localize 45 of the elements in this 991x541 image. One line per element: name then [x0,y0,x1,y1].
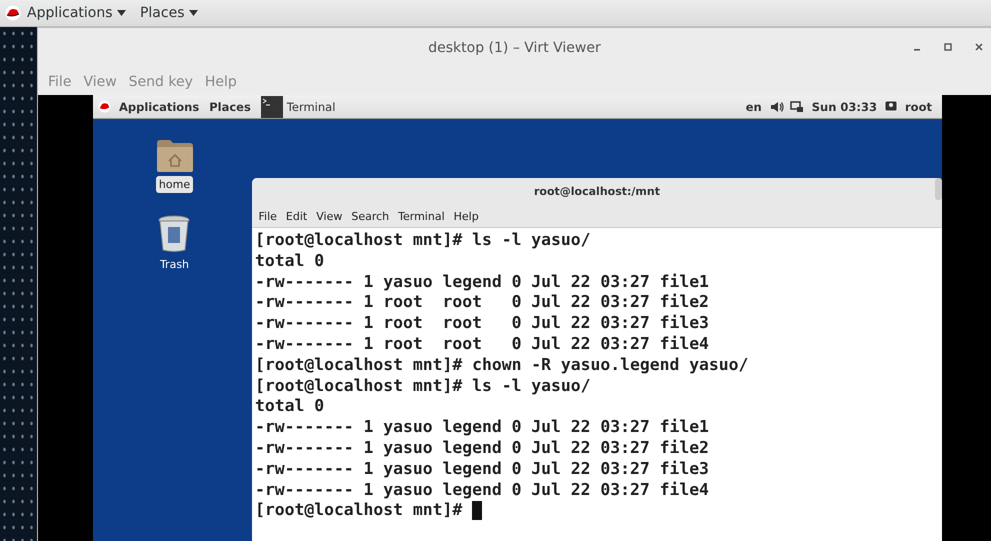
terminal-title: root@localhost:/mnt [534,185,660,198]
terminal-line: -rw------- 1 yasuo legend 0 Jul 22 03:27 file2 [255,438,710,459]
menu-item[interactable]: File [254,210,282,222]
terminal-line: [root@localhost mnt]# ls -l yasuo/ [255,230,592,251]
terminal-prompt: [root@localhost mnt]# [255,500,462,522]
top-bar-menu[interactable]: Places [138,5,206,21]
terminal-thumbnail-icon [260,96,283,118]
guest-menu[interactable]: Places [207,100,253,114]
menu-item[interactable]: Terminal [394,210,450,222]
volume-icon[interactable] [770,100,784,112]
menu-item[interactable]: View [312,210,347,222]
network-icon[interactable] [790,100,804,112]
terminal-line: [root@localhost mnt]# chown -R yasuo.legend yasuo/ [255,354,750,376]
taskbar-item[interactable]: Terminal [258,96,340,118]
menu-item[interactable]: Help [449,210,484,222]
caret-icon [188,10,198,16]
hat-logo-icon [98,100,111,113]
top-bar-menu[interactable]: Applications [25,5,134,21]
close-icon[interactable] [975,43,983,51]
terminal-line: total 0 [255,250,326,272]
hat-logo-icon [5,5,21,21]
desktop-icon-label[interactable]: home [156,176,194,193]
menu-item[interactable]: Edit [281,210,312,222]
keyboard-layout[interactable]: en [746,100,762,114]
guest-menu[interactable]: Applications [117,100,202,114]
maximize-icon[interactable] [944,43,952,51]
caret-icon [116,10,126,16]
terminal-line: -rw------- 1 yasuo legend 0 Jul 22 03:27 file4 [255,480,710,500]
home-folder-icon[interactable] [156,139,194,173]
terminal-line: -rw------- 1 yasuo legend 0 Jul 22 03:27 file1 [255,417,710,438]
scrollbar[interactable] [935,178,942,200]
trash-icon[interactable] [158,215,190,253]
window-title: desktop (1) – Virt Viewer [428,40,601,56]
terminal-line: -rw------- 1 root root 0 Jul 22 03:27 file4 [255,334,710,355]
user-icon[interactable] [885,101,898,112]
terminal-line: -rw------- 1 root root 0 Jul 22 03:27 file2 [255,292,710,314]
terminal-line: -rw------- 1 yasuo legend 0 Jul 22 03:27 file3 [255,458,710,480]
terminal-line: [root@localhost mnt]# ls -l yasuo/ [255,376,592,396]
terminal-line: -rw------- 1 yasuo legend 0 Jul 22 03:27 file1 [255,272,710,292]
menu-item[interactable]: Search [346,210,394,222]
terminal-line: total 0 [255,396,326,418]
user-name[interactable]: root [905,100,932,114]
clock[interactable]: Sun 03:33 [812,100,878,114]
terminal-line: -rw------- 1 root root 0 Jul 22 03:27 file3 [255,313,710,334]
desktop-icon-label[interactable]: Trash [156,256,192,273]
